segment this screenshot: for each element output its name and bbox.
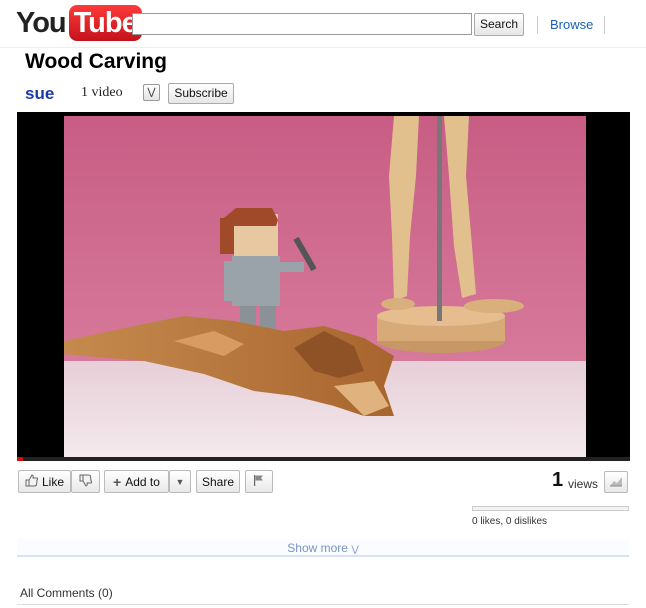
search-button[interactable]: Search xyxy=(474,13,524,36)
plus-icon: + xyxy=(113,473,122,490)
chevron-down-icon: ⋁ xyxy=(351,544,359,554)
dropdown-arrow-icon: ▼ xyxy=(175,476,185,487)
expand-icon: ⋁ xyxy=(147,87,156,98)
flag-button[interactable] xyxy=(245,470,273,493)
flag-icon xyxy=(253,474,265,489)
header-divider xyxy=(604,16,605,34)
browse-link[interactable]: Browse xyxy=(550,17,593,32)
search-input[interactable] xyxy=(132,13,472,35)
channel-name[interactable]: sue xyxy=(25,84,54,104)
dislike-button[interactable] xyxy=(71,470,100,493)
like-button[interactable]: Like xyxy=(18,470,71,493)
thumb-down-icon xyxy=(79,474,93,490)
header-rule xyxy=(0,47,646,48)
video-title: Wood Carving xyxy=(25,50,167,73)
likes-summary: 0 likes, 0 dislikes xyxy=(472,516,548,527)
logo-tube-text: Tube xyxy=(68,5,142,41)
subscribe-button[interactable]: Subscribe xyxy=(168,83,234,104)
comments-divider xyxy=(17,604,629,605)
header-divider xyxy=(537,16,538,34)
video-frame-image xyxy=(64,116,586,459)
comments-header: All Comments (0) xyxy=(20,586,113,600)
video-progress-fill xyxy=(17,457,24,461)
show-more-button[interactable]: Show more ⋁ xyxy=(17,539,629,557)
show-more-label: Show more xyxy=(287,541,348,555)
add-to-button[interactable]: + Add to xyxy=(104,470,169,493)
video-frame xyxy=(64,116,586,459)
thumb-up-icon xyxy=(25,473,39,490)
video-progress-bar[interactable] xyxy=(17,457,630,461)
share-button[interactable]: Share xyxy=(196,470,240,493)
add-to-dropdown-button[interactable]: ▼ xyxy=(169,470,191,493)
stats-button[interactable] xyxy=(604,471,628,493)
like-label: Like xyxy=(41,474,64,489)
logo-you-text: You xyxy=(16,7,67,39)
stats-chart-icon xyxy=(609,475,623,490)
video-count: 1 video xyxy=(81,85,123,100)
view-count: 1 xyxy=(552,469,564,491)
add-to-label: Add to xyxy=(125,474,160,489)
video-player[interactable] xyxy=(17,112,630,459)
channel-expand-button[interactable]: ⋁ xyxy=(143,84,160,101)
view-count-label: views xyxy=(568,477,599,491)
like-dislike-bar xyxy=(472,506,629,511)
youtube-logo[interactable]: You Tube xyxy=(16,5,142,41)
